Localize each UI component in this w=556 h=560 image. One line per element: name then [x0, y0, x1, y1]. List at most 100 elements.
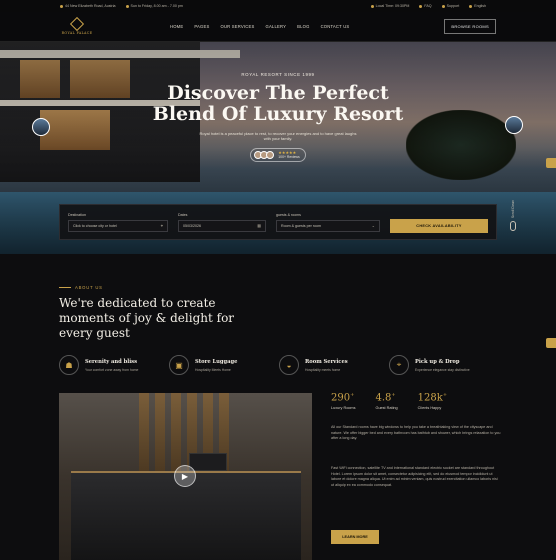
- pickup-icon: ⌖: [389, 355, 409, 375]
- stats-row: 290+ Luxury Rooms 4.8+ Guest Rating 128k…: [331, 392, 467, 410]
- hours-text: Sun to Friday, 8.00 am - 7.00 pm: [130, 4, 183, 8]
- feature-subtitle: Hospitality Meets Home: [195, 367, 231, 372]
- feature-subtitle: Your comfort zone away from home: [85, 367, 139, 372]
- feature-subtitle: Hospitality meets home: [305, 367, 341, 372]
- nav-item-pages[interactable]: PAGES: [194, 24, 209, 29]
- stat-item: 290+ Luxury Rooms: [331, 392, 355, 410]
- about-section: ABOUT US We're dedicated to create momen…: [59, 285, 499, 375]
- side-settings-tab[interactable]: [546, 338, 556, 348]
- address-text: 44 New Elizabeth Road, Austria: [65, 4, 116, 8]
- feature-title: Pick up & Drop: [415, 358, 460, 365]
- destination-field: Destination Click to choose city or hote…: [68, 213, 168, 232]
- feature-title: Store Luggage: [195, 358, 238, 365]
- dates-label: Dates: [178, 212, 188, 217]
- learn-more-button[interactable]: LEARN MORE: [331, 530, 379, 544]
- logo[interactable]: ROYAL PALACE: [60, 16, 94, 35]
- time-icon: [370, 4, 374, 8]
- stat-suffix: +: [391, 392, 396, 398]
- about-kicker: ABOUT US: [59, 285, 499, 290]
- content-paragraph-2: Fast WiFi connection, satellite TV and i…: [331, 466, 498, 487]
- check-availability-button[interactable]: CHECK AVAILABILITY: [390, 219, 488, 233]
- feature-item: ⌖ Pick up & Drop Experience elegance stay…: [389, 355, 499, 375]
- logo-text: ROYAL PALACE: [61, 30, 93, 35]
- reception-photo: ▶: [59, 393, 312, 560]
- hero-title: Discover The Perfect Blend Of Luxury Res…: [0, 83, 556, 125]
- dates-input[interactable]: 05/03/2026 ▦: [178, 219, 266, 232]
- browse-rooms-button[interactable]: BROWSE ROOMS: [444, 19, 496, 34]
- faq-link[interactable]: FAQ: [419, 4, 432, 8]
- destination-label: Destination: [68, 212, 86, 217]
- scroll-down-label: Scroll Down: [511, 200, 515, 219]
- review-count: 100+ Reviews: [278, 154, 300, 159]
- address-item: 44 New Elizabeth Road, Austria: [60, 4, 116, 8]
- guests-select[interactable]: Room & guests per room ⌄: [276, 219, 380, 232]
- support-link[interactable]: Support: [441, 4, 460, 8]
- nav-item-contact[interactable]: CONTACT US: [321, 24, 350, 29]
- faq-icon: [419, 4, 423, 8]
- hero-title-line1: Discover The Perfect: [167, 82, 389, 104]
- feature-item: ☗ Serenity and bliss Your comfort zone aw…: [59, 355, 169, 375]
- clock-icon: [125, 4, 129, 8]
- spa-icon: ☗: [59, 355, 79, 375]
- stat-item: 128k+ Clients Happy: [418, 392, 447, 410]
- local-time-item: Local Time: 09:30PM: [370, 4, 410, 8]
- play-icon[interactable]: ▶: [174, 465, 196, 487]
- faq-label: FAQ: [424, 4, 432, 8]
- stat-label: Guest Rating: [375, 406, 398, 411]
- reviews-badge: ★★★★★ 100+ Reviews: [250, 147, 306, 162]
- top-bar: 44 New Elizabeth Road, Austria Sun to Fr…: [0, 0, 556, 12]
- stat-suffix: +: [350, 392, 355, 398]
- kicker-line: [59, 287, 71, 288]
- language-select[interactable]: English: [469, 4, 486, 8]
- hero-kicker: ROYAL RESORT SINCE 1999: [241, 72, 315, 77]
- location-pin-icon: ⌖: [160, 223, 163, 228]
- stat-item: 4.8+ Guest Rating: [375, 392, 397, 410]
- nav-item-gallery[interactable]: GALLERY: [265, 24, 286, 29]
- feature-title: Serenity and bliss: [85, 358, 138, 365]
- hours-item: Sun to Friday, 8.00 am - 7.00 pm: [125, 4, 183, 8]
- support-icon: [441, 4, 445, 8]
- content-paragraph-1: All our Standard rooms have big windows …: [331, 425, 501, 441]
- features-list: ☗ Serenity and bliss Your comfort zone aw…: [59, 355, 499, 375]
- guests-value: Room & guests per room: [281, 223, 321, 228]
- stat-suffix: +: [442, 392, 448, 398]
- feature-subtitle: Experience elegance stay distinctive: [415, 367, 470, 372]
- chevron-down-icon: ⌄: [371, 223, 375, 228]
- luggage-icon: ▣: [169, 355, 189, 375]
- nav-item-home[interactable]: HOME: [170, 24, 183, 29]
- dates-value: 05/03/2026: [183, 223, 201, 228]
- destination-input[interactable]: Click to choose city or hotel ⌖: [68, 219, 168, 232]
- language-label: English: [474, 4, 486, 8]
- crown-icon: [69, 16, 85, 31]
- scroll-down-indicator[interactable]: Scroll Down: [509, 200, 517, 244]
- feature-title: Room Services: [305, 358, 348, 365]
- nav-item-blog[interactable]: BLOG: [297, 24, 309, 29]
- local-time-text: Local Time: 09:30PM: [375, 4, 410, 8]
- guests-label: guests & rooms: [276, 212, 301, 217]
- support-label: Support: [446, 4, 460, 8]
- main-nav: ROYAL PALACE HOME PAGES OUR SERVICES GAL…: [0, 12, 556, 42]
- about-title: We're dedicated to create moments of joy…: [59, 296, 235, 340]
- monitor: [189, 453, 227, 471]
- side-cart-tab[interactable]: [546, 158, 556, 168]
- stat-label: Clients Happy: [417, 406, 442, 411]
- booking-form: Destination Click to choose city or hote…: [59, 204, 497, 240]
- feature-item: ▣ Store Luggage Hospitality Meets Home: [169, 355, 279, 375]
- about-kicker-text: ABOUT US: [75, 285, 103, 290]
- calendar-icon: ▦: [257, 223, 261, 228]
- globe-icon: [469, 4, 473, 8]
- avatar: [266, 150, 275, 159]
- mouse-icon: [510, 221, 516, 232]
- destination-value: Click to choose city or hotel: [73, 223, 117, 228]
- guests-field: guests & rooms Room & guests per room ⌄: [276, 213, 380, 232]
- feature-item: ◒ Room Services Hospitality meets home: [279, 355, 389, 375]
- dates-field: Dates 05/03/2026 ▦: [178, 213, 266, 232]
- hero-content: ROYAL RESORT SINCE 1999 Discover The Per…: [0, 72, 556, 164]
- stat-value: 290: [331, 392, 351, 404]
- room-service-icon: ◒: [279, 355, 299, 375]
- nav-item-services[interactable]: OUR SERVICES: [221, 24, 255, 29]
- stat-value: 4.8: [375, 392, 392, 404]
- hero-description: Royal hotel is a peaceful place to rest,…: [199, 131, 357, 142]
- stat-value: 128k: [417, 392, 443, 404]
- stat-label: Luxury Rooms: [331, 406, 356, 411]
